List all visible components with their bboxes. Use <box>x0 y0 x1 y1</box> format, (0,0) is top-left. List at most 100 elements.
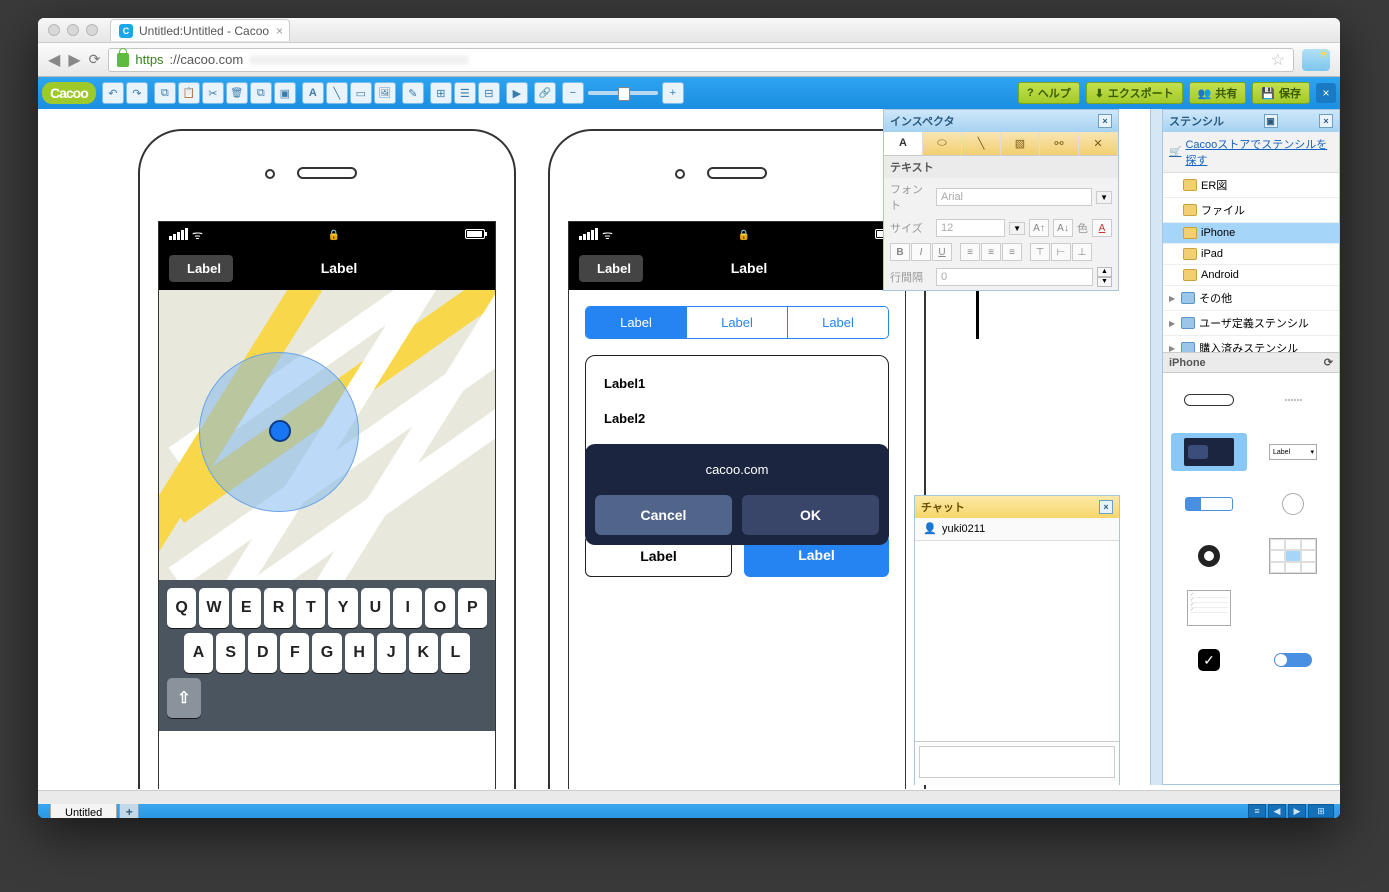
minimize-window-button[interactable] <box>67 24 79 36</box>
stencil-item-statusbar[interactable] <box>1171 381 1247 419</box>
sheet-prev-button[interactable]: ◀ <box>1268 804 1286 818</box>
valign-bottom-button[interactable]: ⊥ <box>1072 243 1092 261</box>
panel-close-icon[interactable]: × <box>1099 500 1113 514</box>
keyboard-key[interactable]: E <box>232 588 261 628</box>
align-center-button[interactable]: ≡ <box>981 243 1001 261</box>
list-item[interactable]: Label2 <box>586 401 888 436</box>
map-view[interactable] <box>159 290 495 580</box>
valign-middle-button[interactable]: ⊢ <box>1051 243 1071 261</box>
stencil-store-link[interactable]: Cacooストアでステンシルを探す <box>1163 132 1339 173</box>
shape-tool-button[interactable] <box>350 82 372 104</box>
stencil-category[interactable]: iPad <box>1163 244 1339 265</box>
stencil-item-segmented[interactable] <box>1171 485 1247 523</box>
keyboard-key[interactable]: U <box>361 588 390 628</box>
save-button[interactable]: 💾保存 <box>1252 82 1310 104</box>
expand-icon[interactable]: ▶ <box>1169 294 1175 303</box>
share-button[interactable]: 👥共有 <box>1189 82 1247 104</box>
valign-top-button[interactable]: ⊤ <box>1030 243 1050 261</box>
stepper-up-button[interactable]: ▲ <box>1097 267 1112 277</box>
duplicate-button[interactable]: ⧉ <box>250 82 272 104</box>
cut-button[interactable] <box>202 82 224 104</box>
sheet-grid-button[interactable]: ⊞ <box>1308 804 1334 818</box>
dialog-ok-button[interactable]: OK <box>742 495 879 535</box>
redo-button[interactable] <box>126 82 148 104</box>
add-sheet-button[interactable]: + <box>119 804 139 818</box>
canvas[interactable]: ᯤ Label Label <box>38 109 1340 773</box>
keyboard[interactable]: QWERTYUIOP ASDFGHJKL ⇧ <box>159 580 495 731</box>
chat-input[interactable] <box>919 746 1115 778</box>
url-bar[interactable]: https ://cacoo.com ☆ <box>108 48 1294 72</box>
help-button[interactable]: ?ヘルプ <box>1018 82 1080 104</box>
paste-button[interactable] <box>178 82 200 104</box>
inspector-tab-text[interactable]: A <box>884 132 923 155</box>
freehand-button[interactable] <box>402 82 424 104</box>
right-sidebar-handle[interactable] <box>1150 109 1162 785</box>
weather-extension-icon[interactable] <box>1302 49 1330 71</box>
keyboard-key[interactable]: Q <box>167 588 196 628</box>
sheet-menu-button[interactable]: ≡ <box>1248 804 1266 818</box>
stencil-category[interactable]: iPhone <box>1163 223 1339 244</box>
line-spacing-input[interactable]: 0 <box>936 268 1093 286</box>
dropdown-icon[interactable]: ▼ <box>1009 222 1025 235</box>
phone-mockup-map[interactable]: ᯤ Label Label <box>138 129 516 789</box>
present-button[interactable] <box>506 82 528 104</box>
keyboard-key[interactable]: I <box>393 588 422 628</box>
zoom-out-button[interactable]: − <box>562 82 584 104</box>
tab-close-icon[interactable]: × <box>276 24 283 38</box>
back-button[interactable]: Label <box>169 255 233 282</box>
stencil-item-navbar[interactable] <box>1171 433 1247 471</box>
stencil-item-checkbox[interactable]: ✓ <box>1171 641 1247 679</box>
image-tool-button[interactable] <box>374 82 396 104</box>
keyboard-key[interactable]: T <box>296 588 325 628</box>
stencil-title-bar[interactable]: ステンシル ▣ × <box>1163 110 1339 132</box>
dropdown-icon[interactable]: ▼ <box>1096 191 1112 204</box>
segment-tab[interactable]: Label <box>586 307 686 338</box>
segment-tab[interactable]: Label <box>787 307 888 338</box>
stencil-category[interactable]: ▶購入済みステンシル <box>1163 336 1339 353</box>
shift-key[interactable]: ⇧ <box>167 678 201 718</box>
phone-mockup-dialog[interactable]: ᯤ Label Label Label Label Label Labe <box>548 129 926 789</box>
inspector-tab-settings[interactable]: ✕ <box>1079 132 1118 155</box>
back-icon[interactable]: ◀ <box>48 50 60 70</box>
arrange-button[interactable] <box>454 82 476 104</box>
expand-icon[interactable]: ▶ <box>1169 319 1175 328</box>
back-button[interactable]: Label <box>579 255 643 282</box>
sheet-next-button[interactable]: ▶ <box>1288 804 1306 818</box>
keyboard-key[interactable]: K <box>409 633 438 673</box>
segment-tab[interactable]: Label <box>686 307 787 338</box>
inspector-tab-shape[interactable]: ▧ <box>1001 132 1040 155</box>
size-input[interactable]: 12 <box>936 219 1005 237</box>
stencil-category[interactable]: ▶その他 <box>1163 286 1339 311</box>
keyboard-key[interactable]: L <box>441 633 470 673</box>
distribute-button[interactable]: ⊟ <box>478 82 500 104</box>
stencil-item-dropdown[interactable]: Label <box>1255 433 1331 471</box>
copy-button[interactable] <box>154 82 176 104</box>
stencil-category[interactable]: Android <box>1163 265 1339 286</box>
inspector-tab-line[interactable]: ╲ <box>962 132 1001 155</box>
stepper-down-button[interactable]: ▼ <box>1097 277 1112 287</box>
stencil-item-table[interactable] <box>1255 537 1331 575</box>
panel-close-icon[interactable]: × <box>1319 114 1333 128</box>
keyboard-key[interactable]: J <box>377 633 406 673</box>
panel-close-icon[interactable]: × <box>1098 114 1112 128</box>
text-color-button[interactable]: A <box>1092 219 1112 237</box>
stencil-item-circle[interactable] <box>1255 485 1331 523</box>
keyboard-key[interactable]: G <box>312 633 341 673</box>
underline-button[interactable]: U <box>932 243 952 261</box>
stencil-category[interactable]: ▶ユーザ定義ステンシル <box>1163 311 1339 336</box>
horizontal-scrollbar[interactable] <box>38 790 1340 804</box>
size-increase-button[interactable]: A↑ <box>1029 219 1049 237</box>
forward-icon[interactable]: ▶ <box>68 50 80 70</box>
panel-collapse-icon[interactable]: ▣ <box>1264 114 1278 128</box>
link-button[interactable] <box>534 82 556 104</box>
list-item[interactable]: Label1 <box>586 366 888 401</box>
stencil-item-blank[interactable] <box>1255 589 1331 627</box>
bold-button[interactable]: B <box>890 243 910 261</box>
close-window-button[interactable] <box>48 24 60 36</box>
inspector-tab-fill[interactable]: ⬭ <box>923 132 962 155</box>
browser-tab[interactable]: C Untitled:Untitled - Cacoo × <box>110 19 290 41</box>
keyboard-key[interactable]: W <box>199 588 228 628</box>
font-select[interactable]: Arial <box>936 188 1092 206</box>
keyboard-key[interactable]: H <box>345 633 374 673</box>
keyboard-key[interactable]: P <box>458 588 487 628</box>
